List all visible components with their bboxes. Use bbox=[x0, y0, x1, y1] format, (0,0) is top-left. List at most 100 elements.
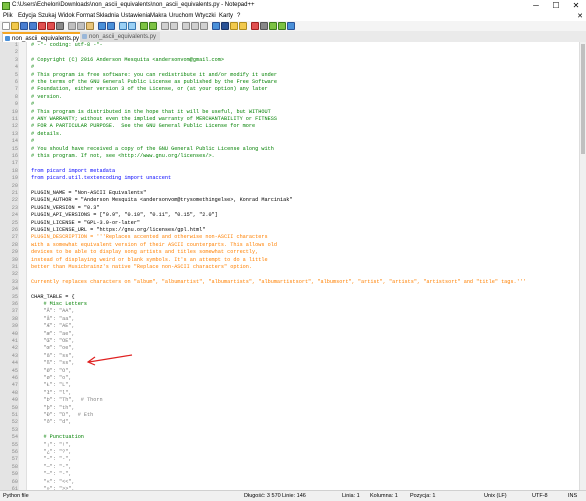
close-document-icon[interactable]: ✕ bbox=[577, 12, 583, 20]
code-line[interactable]: 29 devices to be able to display song art… bbox=[0, 249, 580, 256]
code-line[interactable]: 55 "¡": "!", bbox=[0, 442, 580, 449]
doc-map-icon[interactable] bbox=[221, 22, 229, 30]
code-line[interactable]: 18 from picard import metadata bbox=[0, 168, 580, 175]
code-line[interactable]: 52 "ð": "d", bbox=[0, 419, 580, 426]
scrollbar-thumb[interactable] bbox=[581, 44, 585, 154]
copy-icon[interactable] bbox=[77, 22, 85, 30]
code-line[interactable]: 32 bbox=[0, 271, 580, 278]
code-line[interactable]: 45 "Ø": "O", bbox=[0, 368, 580, 375]
sync-horizontal-icon[interactable] bbox=[170, 22, 178, 30]
code-line[interactable]: 35 CHAR_TABLE = { bbox=[0, 294, 580, 301]
code-line[interactable]: 57 "–": "-", bbox=[0, 456, 580, 463]
play-macro-icon[interactable] bbox=[269, 22, 277, 30]
menu-skladnia[interactable]: Składnia bbox=[96, 13, 119, 19]
new-file-icon[interactable] bbox=[2, 22, 10, 30]
code-line[interactable]: 9 # bbox=[0, 101, 580, 108]
maximize-button[interactable]: ☐ bbox=[546, 0, 566, 12]
code-line[interactable]: 19 from picard.util.textencoding import u… bbox=[0, 175, 580, 182]
menu-szukaj[interactable]: Szukaj bbox=[38, 13, 56, 19]
save-icon[interactable] bbox=[20, 22, 28, 30]
code-line[interactable]: 13 # details. bbox=[0, 131, 580, 138]
code-line[interactable]: 26 PLUGIN_LICENSE_URL = "https://gnu.org/… bbox=[0, 227, 580, 234]
code-line[interactable]: 22 PLUGIN_AUTHOR = "Anderson Mesquita <an… bbox=[0, 197, 580, 204]
sync-vertical-icon[interactable] bbox=[161, 22, 169, 30]
code-line[interactable]: 15 # You should have received a copy of t… bbox=[0, 146, 580, 153]
record-macro-icon[interactable] bbox=[251, 22, 259, 30]
code-line[interactable]: 10 # This program is distributed in the h… bbox=[0, 109, 580, 116]
code-line[interactable]: 41 "Œ": "OE", bbox=[0, 338, 580, 345]
run-macro-multiple-icon[interactable] bbox=[278, 22, 286, 30]
code-line[interactable]: 8 # version. bbox=[0, 94, 580, 101]
code-line[interactable]: 3 # Copyright (C) 2016 Anderson Mesquita … bbox=[0, 57, 580, 64]
vertical-scrollbar[interactable] bbox=[579, 42, 586, 490]
code-editor[interactable]: 1 # -*- coding: utf-8 -*- 2 3 # Copyright (C… bbox=[0, 42, 580, 490]
show-all-characters-icon[interactable] bbox=[191, 22, 199, 30]
code-line[interactable]: 56 "¿": "?", bbox=[0, 449, 580, 456]
menu-uruchom[interactable]: Uruchom bbox=[169, 13, 193, 19]
redo-icon[interactable] bbox=[107, 22, 115, 30]
code-line[interactable]: 12 # FOR A PARTICULAR PURPOSE. See the GN… bbox=[0, 123, 580, 130]
code-line[interactable]: 54 # Punctuation bbox=[0, 434, 580, 441]
code-line[interactable]: 21 PLUGIN_NAME = "Non-ASCII Equivalents" bbox=[0, 190, 580, 197]
undo-icon[interactable] bbox=[98, 22, 106, 30]
folder-workspace-icon[interactable] bbox=[239, 22, 247, 30]
menu-plik[interactable]: Plik bbox=[3, 13, 13, 19]
code-line[interactable]: 23 PLUGIN_VERSION = "0.3" bbox=[0, 205, 580, 212]
code-line[interactable]: 11 # ANY WARRANTY; without even the impli… bbox=[0, 116, 580, 123]
menu-makra[interactable]: Makra bbox=[150, 13, 167, 19]
code-line[interactable]: 25 PLUGIN_LICENSE = "GPL-3.0-or-later" bbox=[0, 220, 580, 227]
save-all-icon[interactable] bbox=[29, 22, 37, 30]
code-line[interactable]: 50 "þ": "th", bbox=[0, 405, 580, 412]
code-line[interactable]: 31 better than Musicbrainz's native "Repl… bbox=[0, 264, 580, 271]
code-line[interactable]: 24 PLUGIN_API_VERSIONS = ["0.9", "0.10", … bbox=[0, 212, 580, 219]
replace-icon[interactable] bbox=[128, 22, 136, 30]
stop-macro-icon[interactable] bbox=[260, 22, 268, 30]
open-file-icon[interactable] bbox=[11, 22, 19, 30]
zoom-out-icon[interactable] bbox=[149, 22, 157, 30]
close-file-icon[interactable] bbox=[38, 22, 46, 30]
code-line[interactable]: 4 # bbox=[0, 64, 580, 71]
code-line[interactable]: 5 # This program is free software: you ca… bbox=[0, 72, 580, 79]
menu-format[interactable]: Format bbox=[76, 13, 95, 19]
code-line[interactable]: 28 with a somewhat equivalent version of … bbox=[0, 242, 580, 249]
code-line[interactable]: 1 # -*- coding: utf-8 -*- bbox=[0, 42, 580, 49]
print-icon[interactable] bbox=[56, 22, 64, 30]
code-line[interactable]: 14 # bbox=[0, 138, 580, 145]
code-line[interactable]: 20 bbox=[0, 183, 580, 190]
code-line[interactable]: 47 "Ł": "L", bbox=[0, 382, 580, 389]
menu-karty[interactable]: Karty bbox=[219, 13, 233, 19]
code-line[interactable]: 60 "«": "<<", bbox=[0, 479, 580, 486]
zoom-in-icon[interactable] bbox=[140, 22, 148, 30]
code-line[interactable]: 36 # Misc Letters bbox=[0, 301, 580, 308]
paste-icon[interactable] bbox=[86, 22, 94, 30]
menu-widok[interactable]: Widok bbox=[58, 13, 75, 19]
tab-active-file[interactable]: non_ascii_equivalents.py bbox=[2, 32, 85, 42]
code-line[interactable]: 40 "æ": "ae", bbox=[0, 331, 580, 338]
code-line[interactable]: 6 # the terms of the GNU General Public L… bbox=[0, 79, 580, 86]
code-line[interactable]: 49 "Þ": "Th", # Thorn bbox=[0, 397, 580, 404]
code-line[interactable]: 30 instead of displaying weird or blank s… bbox=[0, 257, 580, 264]
code-line[interactable]: 27 PLUGIN_DESCRIPTION = '''Replaces accen… bbox=[0, 234, 580, 241]
code-line[interactable]: 51 "Ð": "D", # Eth bbox=[0, 412, 580, 419]
minimize-button[interactable]: ─ bbox=[526, 0, 546, 12]
close-button[interactable]: ✕ bbox=[566, 0, 586, 12]
find-icon[interactable] bbox=[119, 22, 127, 30]
code-line[interactable]: 53 bbox=[0, 427, 580, 434]
code-line[interactable]: 34 bbox=[0, 286, 580, 293]
code-line[interactable]: 38 "å": "aa", bbox=[0, 316, 580, 323]
code-line[interactable]: 16 # this program. If not, see <http://ww… bbox=[0, 153, 580, 160]
tab-second-file[interactable]: non_ascii_equivalents.py bbox=[80, 32, 161, 42]
language-icon[interactable] bbox=[212, 22, 220, 30]
code-line[interactable]: 33 Currently replaces characters on "albu… bbox=[0, 279, 580, 286]
menu-wtyczki[interactable]: Wtyczki bbox=[195, 13, 216, 19]
code-line[interactable]: 2 bbox=[0, 49, 580, 56]
word-wrap-icon[interactable] bbox=[182, 22, 190, 30]
menu-ustawienia[interactable]: Ustawienia bbox=[121, 13, 150, 19]
code-line[interactable]: 37 "Å": "AA", bbox=[0, 308, 580, 315]
cut-icon[interactable] bbox=[68, 22, 76, 30]
indent-guide-icon[interactable] bbox=[200, 22, 208, 30]
code-line[interactable]: 58 "—": "-", bbox=[0, 464, 580, 471]
code-line[interactable]: 7 # Foundation, either version 3 of the L… bbox=[0, 86, 580, 93]
code-line[interactable]: 59 "―": "-", bbox=[0, 471, 580, 478]
code-line[interactable]: 39 "Æ": "AE", bbox=[0, 323, 580, 330]
